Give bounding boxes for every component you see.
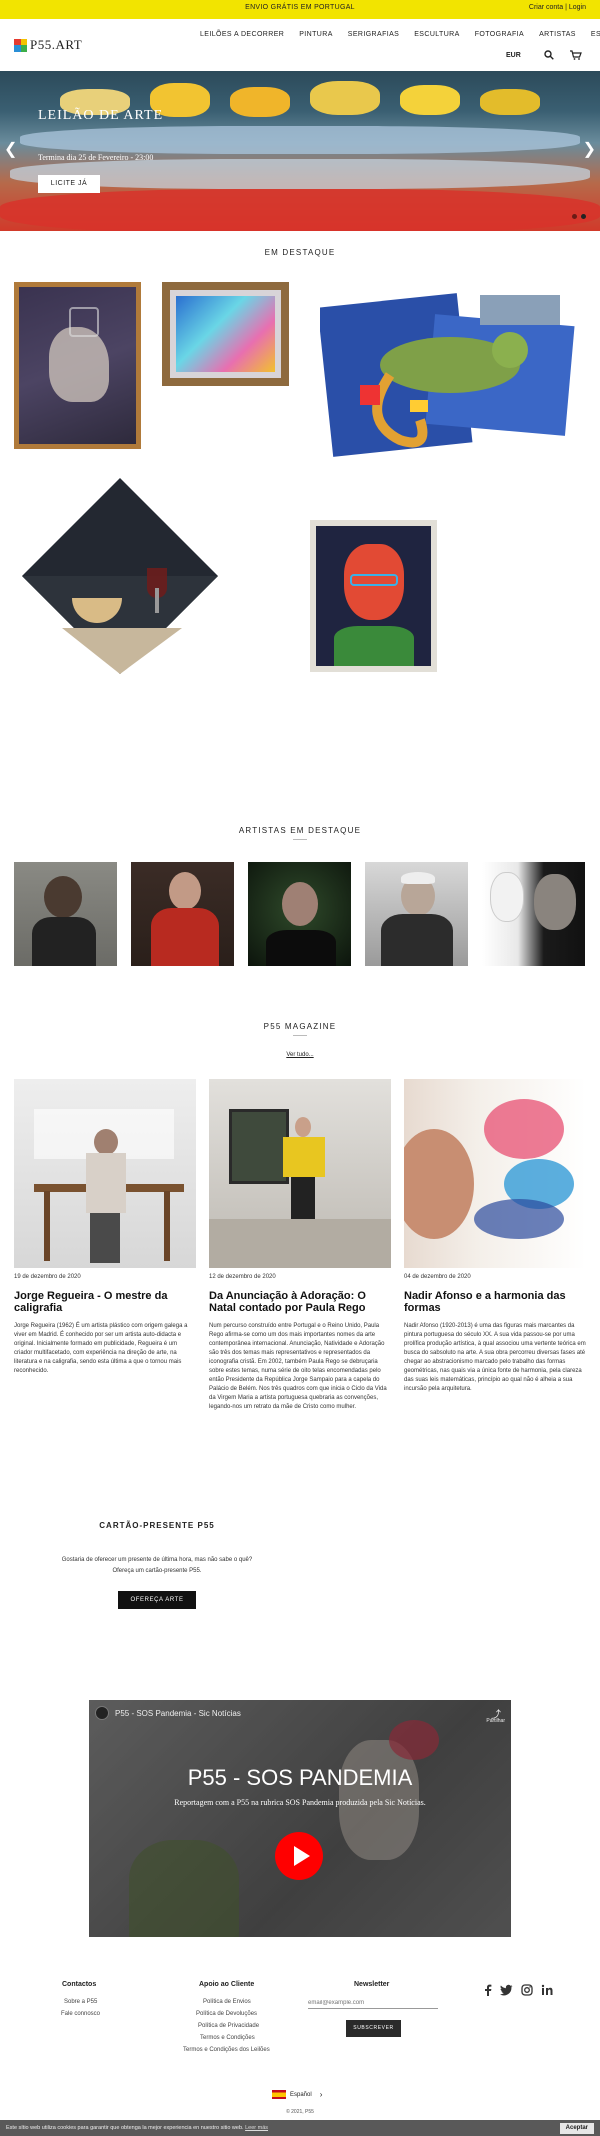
gift-card-title: CARTÃO-PRESENTE P55	[99, 1521, 215, 1530]
promo-bar: ENVIO GRÁTIS EM PORTUGAL Criar conta | L…	[0, 0, 600, 19]
play-button-icon[interactable]	[275, 1832, 323, 1880]
logo-mark	[14, 38, 27, 52]
cookie-banner: Este sítio web utiliza cookies para gara…	[0, 2120, 600, 2136]
featured-title: EM DESTAQUE	[264, 248, 336, 257]
video-embed[interactable]: P55 - SOS Pandemia - Sic Notícias ⤴ Part…	[89, 1700, 511, 1937]
channel-avatar[interactable]	[95, 1706, 109, 1720]
gift-card-line-2: Ofereça um cartão-presente P55.	[112, 1568, 202, 1574]
footer-link-about[interactable]: Sobre a P55	[64, 1999, 97, 2005]
artist-photo-1[interactable]	[14, 862, 117, 966]
login-link[interactable]: Login	[569, 4, 586, 11]
nav-auctions[interactable]: LEILÕES A DECORRER	[200, 31, 284, 38]
article-title-1[interactable]: Jorge Regueira - O mestre da caligrafia	[14, 1290, 196, 1314]
bid-now-button[interactable]: LICITE JÁ	[38, 175, 100, 193]
article-title-3[interactable]: Nadir Afonso e a harmonia das formas	[404, 1290, 586, 1314]
hero-title: LEILÃO DE ARTE	[38, 108, 164, 123]
article-date-1: 19 de dezembro de 2020	[14, 1274, 81, 1280]
artists-title: ARTISTAS EM DESTAQUE	[238, 826, 362, 835]
share-label[interactable]: Partilhar	[486, 1718, 505, 1724]
footer-link-terms[interactable]: Termos e Condições	[200, 2035, 255, 2041]
footer-link-shipping[interactable]: Política de Envios	[203, 1999, 251, 2005]
artist-photo-4[interactable]	[365, 862, 468, 966]
nav-artists[interactable]: ARTISTAS	[539, 31, 576, 38]
carousel-dots	[572, 214, 586, 219]
create-account-link[interactable]: Criar conta	[529, 4, 563, 11]
footer-link-auction-terms[interactable]: Termos e Condições dos Leilões	[183, 2047, 270, 2053]
magazine-title: P55 MAGAZINE	[263, 1022, 337, 1031]
twitter-icon[interactable]	[500, 1984, 513, 1999]
cookie-learn-more-link[interactable]: Leer más	[245, 2125, 268, 2131]
promo-text: ENVIO GRÁTIS EM PORTUGAL	[245, 4, 355, 11]
featured-artwork-2[interactable]	[162, 282, 289, 386]
language-label: Español	[290, 2091, 312, 2098]
cookie-message: Este sítio web utiliza cookies para gara…	[6, 2125, 268, 2131]
logo[interactable]: P55.ART	[14, 37, 82, 53]
separator: |	[565, 4, 567, 11]
carousel-dot[interactable]	[572, 214, 577, 219]
magazine-title-underline	[293, 1035, 307, 1036]
artist-photo-5[interactable]	[482, 862, 585, 966]
cookie-message-text: Este sítio web utiliza cookies para gara…	[6, 2125, 244, 2131]
video-subtitle: Reportagem com a P55 na rubrica SOS Pand…	[174, 1798, 426, 1807]
linkedin-icon[interactable]	[541, 1984, 553, 1999]
hero-carousel[interactable]: LEILÃO DE ARTE Termina dia 25 de Feverei…	[0, 71, 600, 231]
nav-serigraphs[interactable]: SERIGRAFIAS	[348, 31, 399, 38]
offer-art-button[interactable]: OFEREÇA ARTE	[118, 1591, 196, 1609]
article-date-3: 04 de dezembro de 2020	[404, 1274, 471, 1280]
gift-card-line-1: Gostaria de oferecer um presente de últi…	[61, 1557, 253, 1563]
cart-icon[interactable]	[570, 50, 582, 63]
footer-link-privacy[interactable]: Política de Privacidade	[198, 2023, 259, 2029]
article-excerpt-3: Nadir Afonso (1920-2013) é uma das figur…	[404, 1323, 586, 1392]
featured-artwork-1[interactable]	[14, 282, 141, 449]
article-image-1[interactable]	[14, 1079, 196, 1268]
footer-contacts-title: Contactos	[62, 1981, 97, 1988]
article-excerpt-2: Num percurso construído entre Portugal e…	[209, 1323, 387, 1410]
artist-photo-3[interactable]	[248, 862, 351, 966]
chevron-right-icon: ›	[319, 2090, 323, 2099]
article-excerpt-1: Jorge Regueira (1962) É um artista plást…	[14, 1323, 188, 1374]
search-icon[interactable]	[544, 50, 554, 63]
subscribe-button[interactable]: SUBSCREVER	[346, 2020, 401, 2037]
hero-subtitle: Termina dia 25 de Fevereiro - 23:00	[38, 153, 154, 162]
artist-photo-2[interactable]	[131, 862, 234, 966]
nav-photography[interactable]: FOTOGRAFIA	[475, 31, 524, 38]
footer-link-returns[interactable]: Política de Devoluções	[196, 2011, 257, 2017]
article-image-3[interactable]	[404, 1079, 586, 1268]
language-selector[interactable]: Español ›	[272, 2090, 322, 2099]
main-nav: LEILÕES A DECORRER PINTURA SERIGRAFIAS E…	[200, 31, 600, 38]
featured-artwork-5[interactable]	[310, 520, 437, 672]
currency-selector[interactable]: EUR	[506, 52, 521, 59]
featured-artwork-3[interactable]	[320, 290, 580, 460]
article-image-2[interactable]	[209, 1079, 391, 1268]
footer-link-contact[interactable]: Fale connosco	[61, 2011, 100, 2017]
see-all-link[interactable]: Ver tudo...	[0, 1052, 600, 1058]
featured-artwork-4[interactable]	[22, 478, 218, 674]
video-title: P55 - SOS PANDEMIA	[187, 1765, 413, 1790]
footer-support-title: Apoio ao Cliente	[199, 1981, 255, 1988]
account-links: Criar conta | Login	[529, 4, 586, 11]
site-header: P55.ART LEILÕES A DECORRER PINTURA SERIG…	[0, 19, 600, 71]
facebook-icon[interactable]	[483, 1984, 493, 1999]
copyright: © 2021, P55	[286, 2109, 314, 2115]
article-title-2[interactable]: Da Anunciação à Adoração: O Natal contad…	[209, 1290, 391, 1314]
nav-sculpture[interactable]: ESCULTURA	[414, 31, 459, 38]
nav-painting[interactable]: PINTURA	[299, 31, 333, 38]
nav-language[interactable]: ES	[591, 31, 600, 38]
article-date-2: 12 de dezembro de 2020	[209, 1274, 276, 1280]
carousel-prev-icon[interactable]: ❮	[4, 139, 17, 159]
carousel-next-icon[interactable]: ❯	[583, 139, 596, 159]
newsletter-email-input[interactable]	[308, 1997, 438, 2009]
instagram-icon[interactable]	[521, 1984, 533, 1999]
footer-newsletter-title: Newsletter	[354, 1981, 390, 1988]
carousel-dot-active[interactable]	[581, 214, 586, 219]
video-channel-title[interactable]: P55 - SOS Pandemia - Sic Notícias	[115, 1709, 241, 1718]
logo-text: P55.ART	[30, 37, 83, 52]
spain-flag-icon	[272, 2090, 286, 2099]
artists-title-underline	[293, 839, 307, 840]
cookie-accept-button[interactable]: Aceptar	[559, 2123, 594, 2134]
